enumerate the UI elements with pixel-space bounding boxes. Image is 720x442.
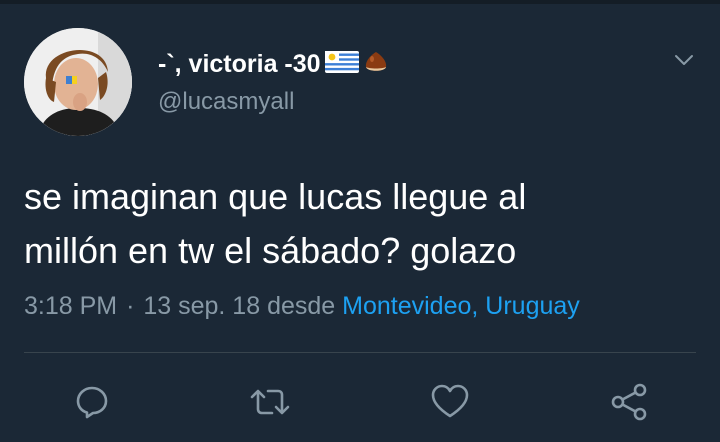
reply-icon[interactable] [66, 376, 118, 428]
display-name[interactable]: -`, victoria -30 [158, 50, 321, 79]
tweet-time: 3:18 PM [24, 292, 118, 320]
source-prefix: desde [267, 292, 336, 320]
tweet-date: 13 sep. 18 [143, 292, 261, 320]
chestnut-icon [363, 49, 389, 80]
share-icon[interactable] [603, 376, 655, 428]
avatar[interactable] [24, 28, 132, 136]
name-row: -`, victoria -30 [158, 48, 389, 80]
uruguay-flag-icon [324, 50, 359, 78]
retweet-icon[interactable] [244, 376, 296, 428]
tweet-text-line-1: se imaginan que lucas llegue al [24, 176, 527, 217]
action-bar [0, 376, 720, 428]
like-icon[interactable] [424, 376, 476, 428]
chevron-down-icon[interactable] [672, 48, 696, 72]
top-divider [0, 0, 720, 4]
meta-separator: · [126, 292, 135, 320]
tweet-card: -`, victoria -30 @lucasmyall se imaginan… [0, 0, 720, 442]
location-link[interactable]: Montevideo, Uruguay [342, 292, 580, 320]
tweet-text-line-2: millón en tw el sábado? golazo [24, 230, 517, 271]
tweet-meta: 3:18 PM · 13 sep. 18 desde Montevideo, U… [24, 292, 580, 321]
divider [24, 352, 696, 353]
user-handle[interactable]: @lucasmyall [158, 88, 294, 116]
tweet-text: se imaginan que lucas llegue al millón e… [24, 170, 694, 278]
